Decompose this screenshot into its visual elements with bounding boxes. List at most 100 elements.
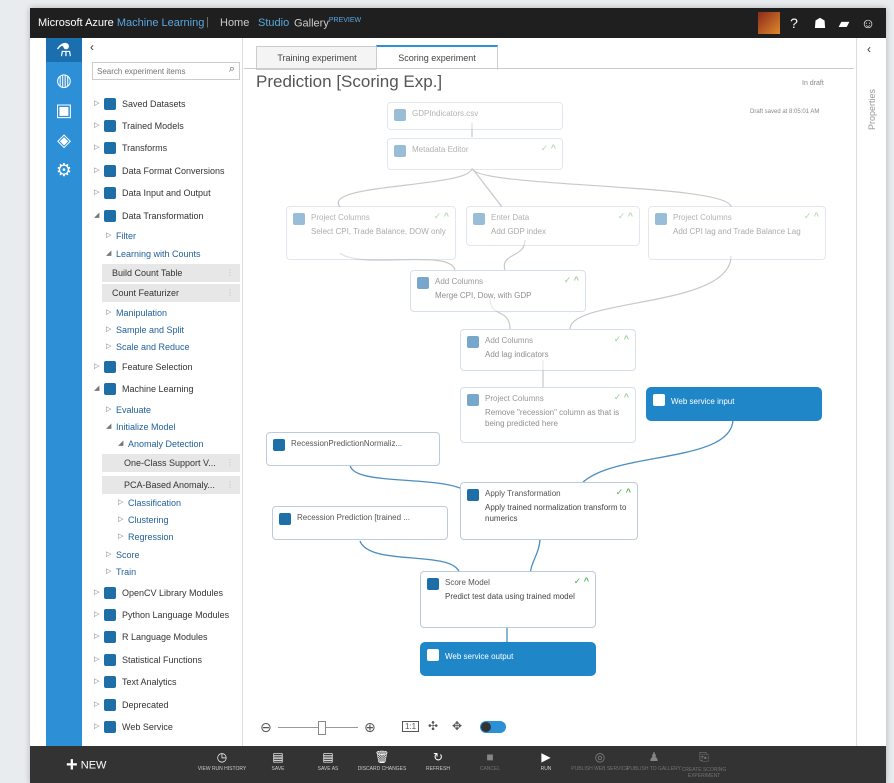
drag-grip-icon[interactable]: ⋮	[226, 454, 234, 472]
palette-item[interactable]: ▷ Deprecated	[82, 696, 240, 714]
search-icon[interactable]: ⌕	[229, 63, 235, 76]
zoom-slider-handle[interactable]	[318, 721, 326, 735]
collapsed-arrow-icon[interactable]: ▷	[94, 718, 99, 736]
palette-item[interactable]: ▷ Train	[82, 563, 240, 581]
collapsed-arrow-icon[interactable]: ▷	[118, 528, 123, 546]
collapsed-arrow-icon[interactable]: ▷	[94, 584, 99, 602]
toolbar-button[interactable]: 🗑 DISCARD CHANGES	[352, 750, 412, 772]
toolbar-button[interactable]: ◷ VIEW RUN HISTORY	[192, 750, 252, 772]
web-service-node[interactable]: Web service output	[420, 642, 596, 676]
palette-item[interactable]: ▷ Score	[82, 546, 240, 564]
notebooks-icon[interactable]: ▣	[52, 98, 76, 122]
zoom-in-icon[interactable]: ⊕	[364, 719, 376, 736]
new-button[interactable]: + NEW	[66, 754, 106, 777]
palette-item[interactable]: ◢ Machine Learning	[82, 380, 240, 398]
datasets-icon[interactable]: ◈	[52, 128, 76, 152]
nav-home[interactable]: Home	[220, 17, 249, 29]
module-node[interactable]: GDPIndicators.csv	[387, 102, 563, 130]
toolbar-button[interactable]: ↻ REFRESH	[408, 750, 468, 772]
palette-item[interactable]: ◢ Data Transformation	[82, 207, 240, 225]
collapse-palette-icon[interactable]: ‹	[90, 40, 94, 54]
palette-item[interactable]: ▷ Python Language Modules	[82, 606, 240, 624]
collapsed-arrow-icon[interactable]: ▷	[106, 227, 111, 245]
collapsed-arrow-icon[interactable]: ▷	[106, 401, 111, 419]
module-node[interactable]: Project Columns Select CPI, Trade Balance…	[286, 206, 456, 260]
palette-item[interactable]: ◢ Initialize Model	[82, 418, 240, 436]
palette-item[interactable]: PCA-Based Anomaly... ⋮	[102, 476, 240, 494]
feedback-icon[interactable]: ☺	[860, 15, 876, 31]
folder-icon[interactable]: ▰	[836, 15, 852, 31]
module-node[interactable]: Metadata Editor ✓ ^	[387, 138, 563, 170]
module-node[interactable]: Project Columns Remove "recession" column…	[460, 387, 636, 443]
palette-item[interactable]: ▷ Data Input and Output	[82, 184, 240, 202]
palette-item[interactable]: ▷ Filter	[82, 227, 240, 245]
palette-item[interactable]: ▷ Clustering	[82, 511, 240, 529]
palette-item[interactable]: ▷ Web Service	[82, 718, 240, 736]
collapsed-arrow-icon[interactable]: ▷	[94, 696, 99, 714]
tab-training-experiment[interactable]: Training experiment	[256, 46, 378, 70]
fit-screen-icon[interactable]: ✣	[428, 719, 438, 733]
module-node[interactable]: RecessionPredictionNormaliz...	[266, 432, 440, 466]
collapsed-arrow-icon[interactable]: ▷	[94, 95, 99, 113]
palette-item[interactable]: ▷ Sample and Split	[82, 321, 240, 339]
pan-icon[interactable]: ✥	[452, 719, 462, 733]
palette-item[interactable]: ▷ Scale and Reduce	[82, 338, 240, 356]
palette-item[interactable]: ▷ Saved Datasets	[82, 95, 240, 113]
palette-item[interactable]: ▷ Classification	[82, 494, 240, 512]
zoom-out-icon[interactable]: ⊖	[260, 719, 272, 736]
minimap-toggle[interactable]	[480, 721, 506, 733]
toolbar-button[interactable]: ◎ PUBLISH WEB SERVICE	[570, 750, 630, 772]
palette-item[interactable]: ▷ Trained Models	[82, 117, 240, 135]
collapsed-arrow-icon[interactable]: ▷	[94, 651, 99, 669]
palette-item[interactable]: One-Class Support V... ⋮	[102, 454, 240, 472]
module-node[interactable]: Recession Prediction [trained ...	[272, 506, 448, 540]
palette-item[interactable]: ▷ Statistical Functions	[82, 651, 240, 669]
palette-item[interactable]: ▷ Regression	[82, 528, 240, 546]
search-input[interactable]	[93, 63, 221, 79]
collapsed-arrow-icon[interactable]: ▷	[106, 338, 111, 356]
module-node[interactable]: Apply Transformation Apply trained normal…	[460, 482, 638, 540]
collapsed-arrow-icon[interactable]: ▷	[106, 304, 111, 322]
collapsed-arrow-icon[interactable]: ▷	[94, 117, 99, 135]
collapsed-arrow-icon[interactable]: ▷	[106, 546, 111, 564]
palette-item[interactable]: ▷ R Language Modules	[82, 628, 240, 646]
web-service-node[interactable]: Web service input	[646, 387, 822, 421]
collapsed-arrow-icon[interactable]: ▷	[94, 628, 99, 646]
palette-item[interactable]: ▷ OpenCV Library Modules	[82, 584, 240, 602]
toolbar-button[interactable]: ⎘ CREATE SCORING EXPERIMENT	[674, 750, 734, 779]
avatar[interactable]	[758, 12, 780, 34]
web-services-icon[interactable]: ◍	[52, 68, 76, 92]
experiments-icon[interactable]: ⚗	[46, 38, 82, 62]
palette-item[interactable]: ◢ Anomaly Detection	[82, 435, 240, 453]
module-node[interactable]: Score Model Predict test data using train…	[420, 571, 596, 628]
module-node[interactable]: Add Columns Add lag indicators ✓ ^	[460, 329, 636, 371]
palette-item[interactable]: ▷ Evaluate	[82, 401, 240, 419]
palette-item[interactable]: Build Count Table ⋮	[102, 264, 240, 282]
collapsed-arrow-icon[interactable]: ▷	[94, 606, 99, 624]
drag-grip-icon[interactable]: ⋮	[226, 284, 234, 302]
palette-item[interactable]: ▷ Data Format Conversions	[82, 162, 240, 180]
collapsed-arrow-icon[interactable]: ▷	[106, 563, 111, 581]
nav-studio[interactable]: Studio	[258, 17, 289, 29]
palette-item[interactable]: ▷ Text Analytics	[82, 673, 240, 691]
palette-item[interactable]: ▷ Feature Selection	[82, 358, 240, 376]
nav-gallery[interactable]: GalleryPREVIEW	[294, 17, 361, 30]
palette-item[interactable]: ▷ Manipulation	[82, 304, 240, 322]
palette-item[interactable]: Count Featurizer ⋮	[102, 284, 240, 302]
toolbar-button[interactable]: ▤ SAVE AS	[298, 750, 358, 772]
expanded-arrow-icon[interactable]: ◢	[94, 380, 99, 398]
expand-properties-icon[interactable]: ‹	[867, 42, 871, 56]
collapsed-arrow-icon[interactable]: ▷	[118, 511, 123, 529]
settings-icon[interactable]: ⚙	[52, 158, 76, 182]
palette-item[interactable]: ▷ Transforms	[82, 139, 240, 157]
community-icon[interactable]: ☗	[812, 15, 828, 31]
module-node[interactable]: Add Columns Merge CPI, Dow, with GDP ✓ ^	[410, 270, 586, 312]
drag-grip-icon[interactable]: ⋮	[226, 476, 234, 494]
collapsed-arrow-icon[interactable]: ▷	[94, 162, 99, 180]
collapsed-arrow-icon[interactable]: ▷	[94, 673, 99, 691]
expanded-arrow-icon[interactable]: ◢	[94, 207, 99, 225]
collapsed-arrow-icon[interactable]: ▷	[118, 494, 123, 512]
module-node[interactable]: Project Columns Add CPI lag and Trade Bal…	[648, 206, 826, 260]
collapsed-arrow-icon[interactable]: ▷	[106, 321, 111, 339]
module-node[interactable]: Enter Data Add GDP index ✓ ^	[466, 206, 640, 246]
